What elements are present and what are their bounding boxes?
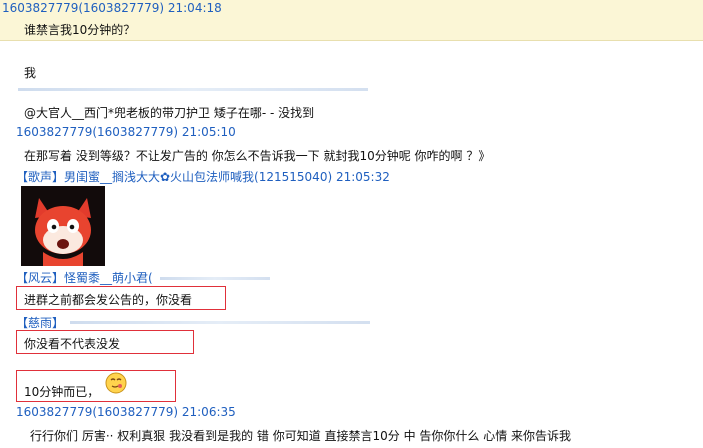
message-sender-4[interactable]: 【风云】怪蜀黍__萌小君( xyxy=(16,269,153,286)
fox-sticker-image[interactable] xyxy=(21,186,105,266)
message-text-8: 行行你们 厉害·· 权利真狠 我没看到是我的 错 你可知道 直接禁言10分 中 … xyxy=(30,429,572,443)
message-text-3: @大官人__西门*兜老板的带刀护卫 矮子在哪- - 没找到 xyxy=(24,106,315,120)
message-sender-1[interactable]: 1603827779(1603827779) 21:04:18 xyxy=(2,1,222,15)
message-sender-6[interactable]: 1603827779(1603827779) 21:06:35 xyxy=(16,405,236,419)
obscured-id xyxy=(160,277,270,280)
smiley-emoji-icon xyxy=(105,372,127,394)
message-sender-5[interactable]: 【慈雨】 xyxy=(16,314,64,331)
message-text-1: 谁禁言我10分钟的？ xyxy=(24,23,136,37)
message-text-4: 在那写着 没到等级？不让发广告的 你怎么不告诉我一下 就封我10分钟呢 你咋的啊… xyxy=(24,149,491,163)
message-sender-2[interactable]: 1603827779(1603827779) 21:05:10 xyxy=(16,125,236,139)
message-text-2: 我 xyxy=(24,66,37,80)
obscured-line xyxy=(70,321,370,324)
message-text-6: 你没看不代表没发 xyxy=(24,337,121,351)
message-text-7: 10分钟而已， xyxy=(24,385,100,399)
obscured-sender-line xyxy=(18,88,368,91)
message-text-5: 进群之前都会发公告的，你没看 xyxy=(24,293,193,307)
message-sender-3[interactable]: 【歌声】男闺蜜__搁浅大大✿火山包法师喊我(121515040) 21:05:3… xyxy=(16,168,390,185)
